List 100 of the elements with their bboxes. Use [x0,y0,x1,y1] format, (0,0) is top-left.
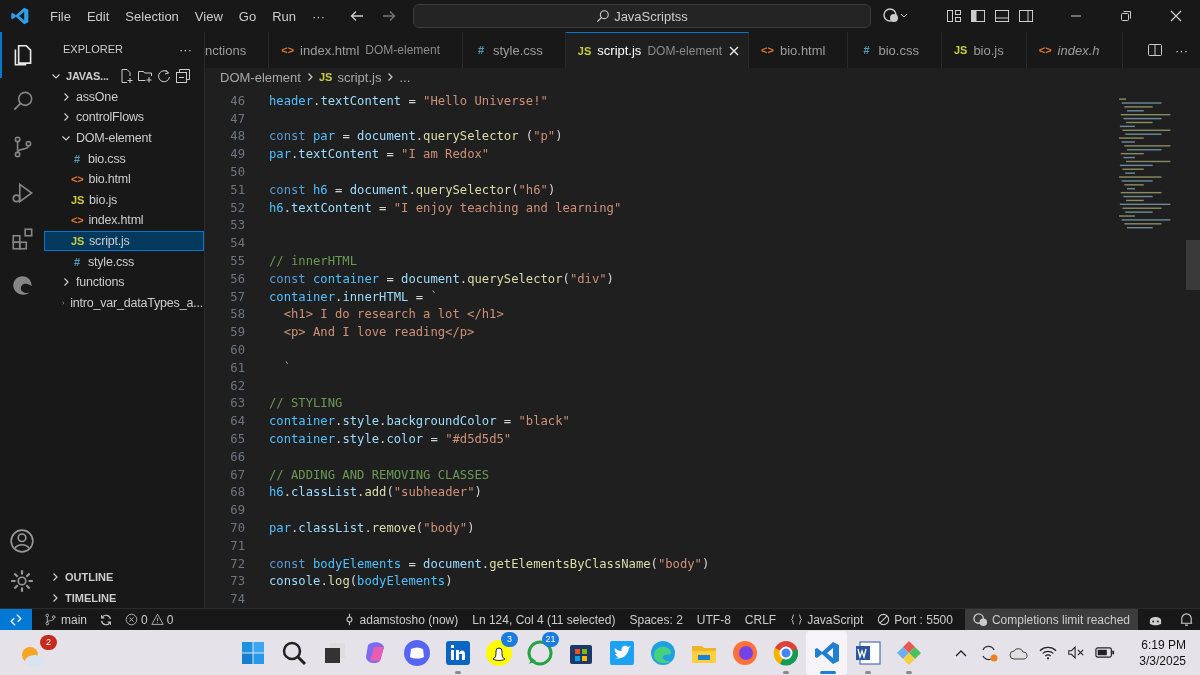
toggle-sidebar-icon[interactable] [970,8,986,24]
line-number: 48 [229,129,245,144]
code-line: container.innerHTML = ` [269,289,438,304]
code-line: console.log(bodyElements) [269,574,453,589]
toggle-secondary-sidebar-icon[interactable] [1018,8,1034,24]
close-icon[interactable] [1168,8,1184,24]
word-icon [853,638,882,667]
warning-icon [150,613,164,626]
clock[interactable]: 6:19 PM 3/3/2025 [1139,636,1186,669]
line-number: 69 [229,503,245,518]
folder-item[interactable]: functions [44,271,204,293]
whatsapp-icon [525,638,554,667]
firefox-icon [730,638,759,667]
breadcrumb-item[interactable]: ... [399,69,411,85]
section-header[interactable]: OUTLINE [44,567,204,588]
menu-item[interactable]: ··· [304,8,333,24]
line-number: 56 [229,271,245,286]
line-number: 62 [229,378,245,393]
status-item[interactable]: Ln 124, Col 4 (11 selected) [470,609,618,630]
line-number: 61 [229,360,245,375]
editor-tab[interactable]: <> index.h [1026,32,1123,68]
breadcrumb-item[interactable]: JS script.js [318,69,382,85]
restore-icon[interactable] [1118,8,1134,24]
tree-item[interactable]: JS script.js [44,230,204,252]
folder-item[interactable]: assOne [44,86,204,108]
section-header[interactable]: TIMELINE [44,587,204,608]
editor-tab[interactable]: JS bio.js [941,32,1027,68]
menu-item[interactable]: File [42,8,79,24]
customize-layout-icon[interactable] [946,8,962,24]
more-actions-button[interactable]: ··· [1175,42,1188,58]
status-item[interactable]: UTF-8 [694,609,733,630]
toggle-panel-icon[interactable] [994,8,1010,24]
editor-tab[interactable]: <> index.html DOM-element [269,32,463,68]
tree-item[interactable]: # style.css [44,251,204,272]
line-number: 65 [229,432,245,447]
muted-speaker-icon[interactable] [1067,645,1086,660]
editor-tab[interactable]: # style.css [463,32,566,68]
remote-button[interactable] [0,609,32,630]
line-number: 59 [229,325,245,340]
collapse-icon[interactable] [174,68,191,85]
new-folder-icon[interactable] [136,68,153,85]
line-number: 52 [229,200,245,215]
menu-item[interactable]: Run [264,8,304,24]
account-icon[interactable] [9,528,35,554]
battery-icon[interactable] [1095,646,1116,659]
copilot-icon[interactable] [883,8,909,24]
code-line: // innerHTML [269,254,358,269]
tree-item[interactable]: <> bio.html [44,168,204,190]
code-line: par.classList.remove("body") [269,521,475,535]
tree-item[interactable]: <> index.html [44,210,204,231]
close-icon[interactable] [728,44,741,57]
sync-icon[interactable] [99,612,113,627]
line-number: 70 [229,521,245,535]
status-item[interactable]: Spaces: 2 [627,609,685,630]
back-arrow-icon[interactable] [349,8,365,24]
status-item[interactable]: Port : 5500 [875,609,955,630]
editor-tab[interactable]: # bio.css [848,32,942,68]
cloud-icon[interactable] [1009,645,1030,660]
status-item[interactable]: Completions limit reached [964,609,1138,630]
status-item[interactable]: CRLF [742,609,779,630]
editor-tab[interactable]: nctions [205,32,270,68]
scrollbar-thumb[interactable] [1186,240,1200,290]
explorer-title: EXPLORER [63,43,123,55]
menu-item[interactable]: Edit [78,8,118,24]
menu-item[interactable]: Selection [117,8,187,24]
editor-tab[interactable]: <> bio.html [749,32,849,68]
line-number: 55 [229,254,245,269]
folder-item[interactable]: controlFlows [44,107,204,128]
folder-item[interactable]: JAVAS... [44,66,204,87]
refresh-icon[interactable] [155,68,172,85]
editor-tab[interactable]: JS script.js DOM-element [565,32,750,68]
problems-status[interactable]: 0 0 [123,609,176,630]
taskbar-button[interactable]: 21 [519,630,560,675]
breadcrumb-item[interactable]: DOM-element [220,69,301,85]
line-number: 72 [229,556,245,571]
more-actions-button[interactable]: ··· [179,41,192,57]
code-line: container.style.backgroundColor = "black" [269,414,570,429]
folder-item[interactable]: intro_var_dataTypes_a... [44,292,204,314]
folder-item[interactable]: DOM-element [44,127,204,149]
status-item[interactable]: adamstosho (now) [340,609,461,630]
command-center[interactable]: JavaScriptss [413,4,871,28]
chevron-icon [61,91,71,102]
wifi-icon[interactable] [1039,645,1058,660]
menu-item[interactable]: Go [230,8,265,24]
weather-widget[interactable]: 2 [14,633,58,672]
tree-item[interactable]: # bio.css [44,148,204,169]
line-number: 71 [229,538,245,553]
taskbar-button[interactable]: 3 [478,630,519,675]
menu-item[interactable]: View [186,8,231,24]
notification-bell-icon[interactable] [1179,612,1194,627]
snapchat-icon [484,638,513,667]
status-item[interactable]: JavaScript [788,609,866,630]
discord-icon [402,638,431,667]
split-editor-icon[interactable] [1147,42,1163,58]
search-icon [596,9,611,23]
settings-icon[interactable] [9,568,35,594]
line-number: 74 [229,592,245,607]
branch-status[interactable]: main [42,609,89,630]
forward-arrow-icon[interactable] [381,8,397,24]
tree-item[interactable]: JS bio.js [44,189,204,211]
